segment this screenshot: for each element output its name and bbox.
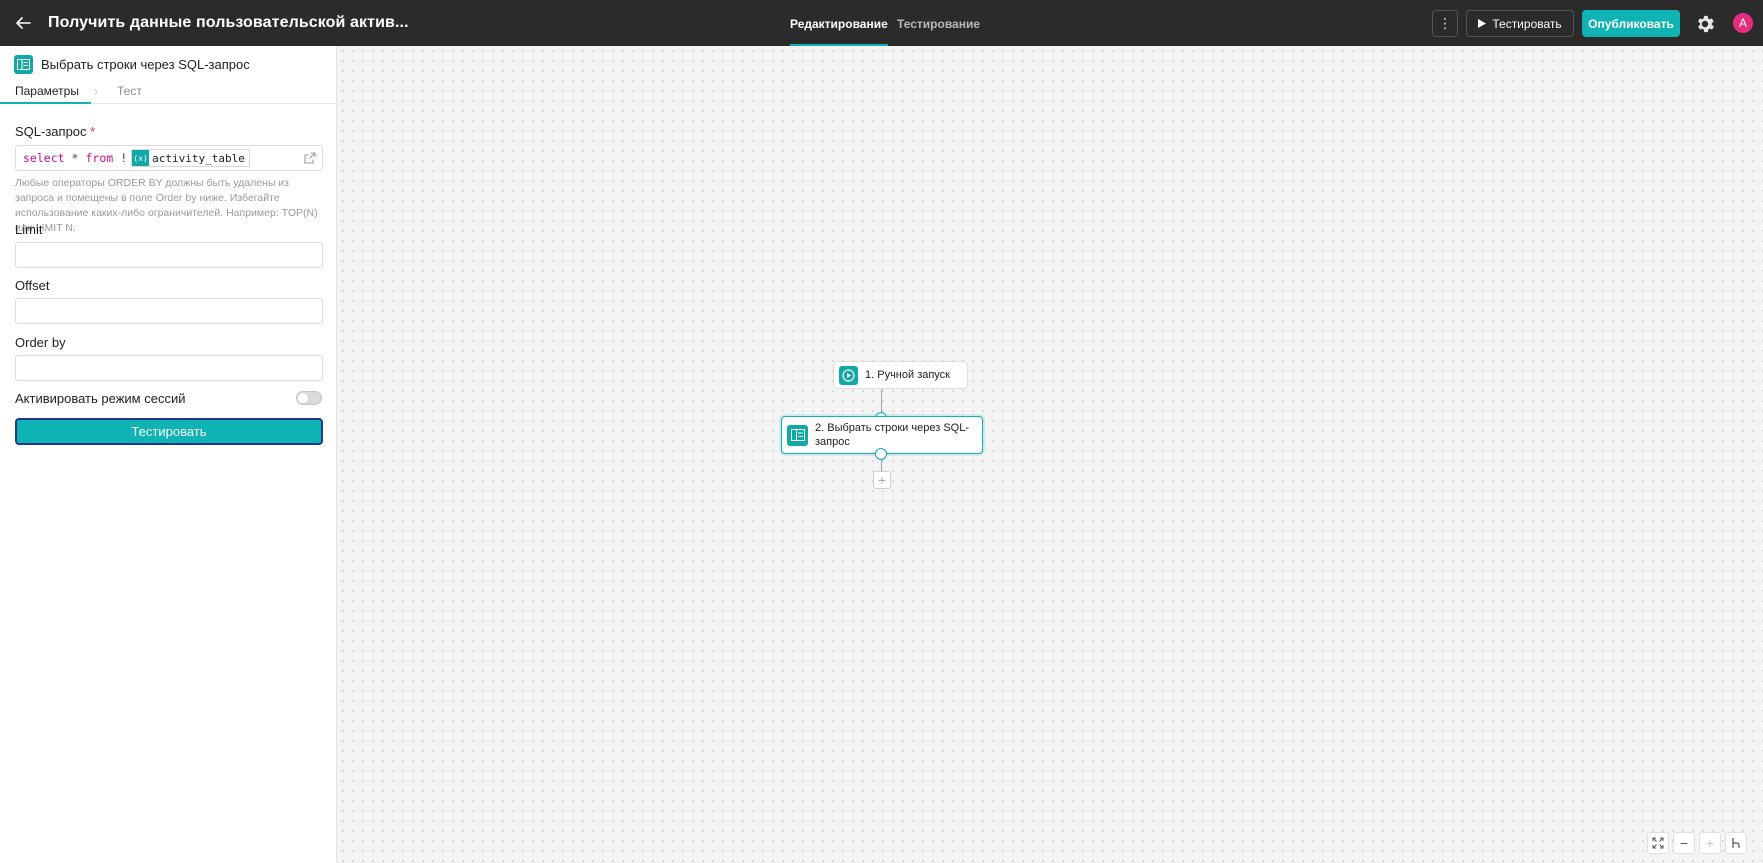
sql-bang: ! <box>120 151 128 165</box>
workflow-canvas[interactable]: 1. Ручной запуск 2. Выбрать строки через… <box>338 46 1763 863</box>
variable-icon: (x) <box>132 150 150 166</box>
top-bar: Получить данные пользовательской актив..… <box>0 0 1763 46</box>
table-icon <box>14 54 33 74</box>
avatar[interactable]: A <box>1733 13 1753 33</box>
session-mode-label: Активировать режим сессий <box>15 391 186 406</box>
tab-test[interactable]: Тест <box>117 78 142 104</box>
panel-title: Выбрать строки через SQL-запрос <box>41 56 250 72</box>
panel-tabs: Параметры › Тест <box>0 78 337 104</box>
workflow-node-manual-trigger[interactable]: 1. Ручной запуск <box>833 361 968 389</box>
order-by-label: Order by <box>15 335 66 350</box>
sql-hint-text: Любые операторы ORDER BY должны быть уда… <box>15 177 318 234</box>
play-circle-icon <box>839 365 858 385</box>
publish-button[interactable]: Опубликовать <box>1582 10 1680 37</box>
add-step-button[interactable]: + <box>873 471 891 489</box>
more-vertical-icon: ⋮ <box>1438 15 1452 31</box>
required-mark: * <box>90 124 96 139</box>
zoom-in-button[interactable]: + <box>1699 832 1721 854</box>
table-icon <box>787 424 808 446</box>
toggle-knob <box>298 393 308 403</box>
sql-star: * <box>71 151 79 165</box>
expand-editor-icon[interactable] <box>303 151 317 165</box>
sql-query-editor[interactable]: select * from ! (x) activity_table <box>15 145 323 171</box>
node-label: 1. Ручной запуск <box>865 369 950 381</box>
zoom-out-button[interactable]: − <box>1673 832 1695 854</box>
variable-name: activity_table <box>152 151 245 165</box>
test-run-label: Тестировать <box>1492 16 1562 31</box>
run-test-button[interactable]: Тестировать <box>15 418 323 445</box>
node-label: 2. Выбрать строки через SQL-запрос <box>815 422 969 448</box>
sql-keyword-select: select <box>23 151 65 165</box>
layout-icon[interactable] <box>1725 832 1747 854</box>
sql-keyword-from: from <box>85 151 114 165</box>
output-port[interactable] <box>875 448 887 460</box>
test-run-button[interactable]: Тестировать <box>1466 10 1574 37</box>
order-by-input[interactable] <box>15 355 323 381</box>
workflow-title[interactable]: Получить данные пользовательской актив..… <box>48 14 409 32</box>
offset-label: Offset <box>15 278 50 293</box>
sql-query-label-text: SQL-запрос <box>15 124 87 139</box>
offset-input[interactable] <box>15 298 323 324</box>
tab-editing[interactable]: Редактирование <box>790 0 888 46</box>
limit-input[interactable] <box>15 242 323 268</box>
back-arrow-icon[interactable] <box>12 12 34 34</box>
tab-parameters[interactable]: Параметры <box>0 78 91 104</box>
step-settings-panel: Выбрать строки через SQL-запрос Параметр… <box>0 46 337 863</box>
limit-label: Limit <box>15 222 43 237</box>
tab-testing[interactable]: Тестирование <box>897 0 980 46</box>
more-options-button[interactable]: ⋮ <box>1432 10 1458 37</box>
chevron-right-icon: › <box>94 84 98 98</box>
variable-chip[interactable]: (x) activity_table <box>131 149 250 167</box>
zoom-controls: − + <box>1647 832 1747 854</box>
play-icon <box>1478 19 1487 28</box>
session-mode-toggle[interactable] <box>296 391 322 405</box>
gear-icon[interactable] <box>1694 13 1716 35</box>
sql-query-label: SQL-запрос * <box>15 124 95 139</box>
panel-header: Выбрать строки через SQL-запрос <box>14 54 250 74</box>
fit-view-icon[interactable] <box>1647 832 1669 854</box>
